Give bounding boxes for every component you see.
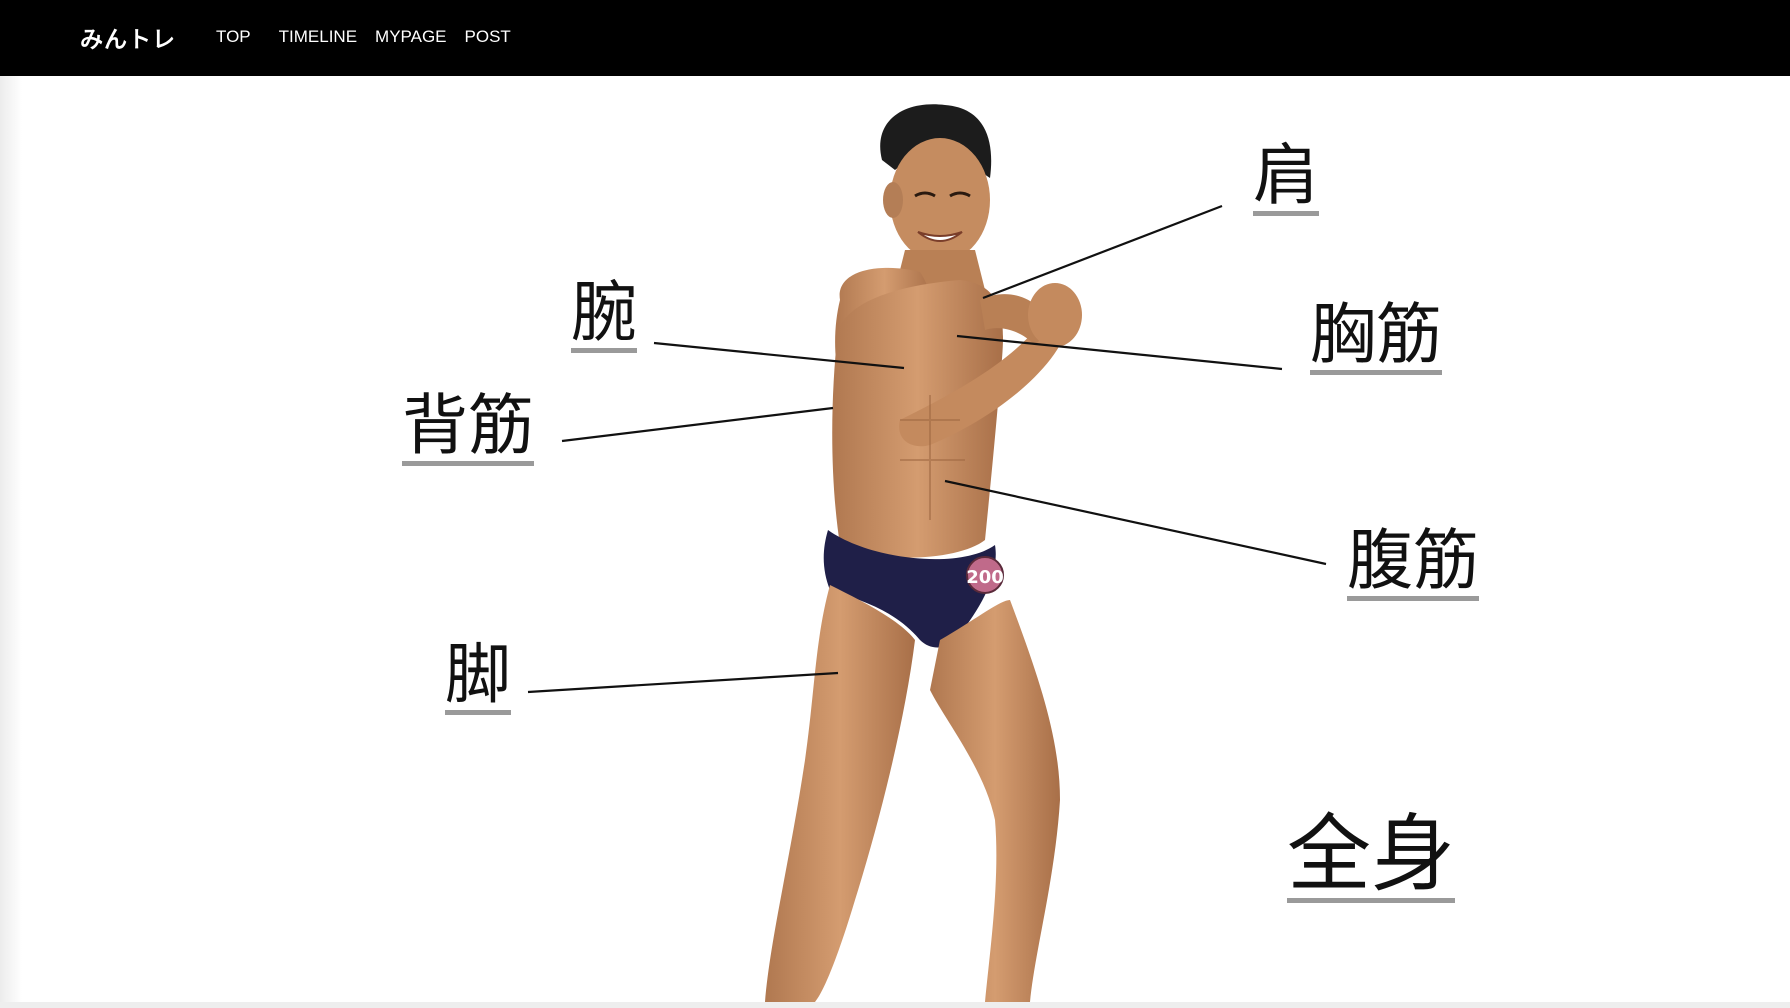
label-arm[interactable]: 腕: [571, 280, 637, 353]
bib-number: 200: [966, 567, 1004, 588]
shoulder-leader: [982, 204, 1223, 300]
muscle-selector: 200 肩 腕 胸筋 背筋 腹筋 脚 全身: [0, 0, 1790, 1008]
label-legs[interactable]: 脚: [445, 642, 511, 715]
label-chest[interactable]: 胸筋: [1310, 302, 1442, 375]
legs-leader: [527, 671, 839, 694]
label-full-body[interactable]: 全身: [1287, 812, 1456, 903]
bottom-scroll-edge: [0, 1002, 1790, 1008]
label-back[interactable]: 背筋: [402, 393, 534, 466]
label-abs[interactable]: 腹筋: [1347, 528, 1479, 601]
figure-body: 200: [765, 104, 1082, 1002]
abs-leader: [944, 479, 1327, 566]
back-leader: [561, 406, 834, 443]
bodybuilder-figure: 200: [527, 104, 1327, 1002]
label-shoulder[interactable]: 肩: [1253, 143, 1319, 216]
